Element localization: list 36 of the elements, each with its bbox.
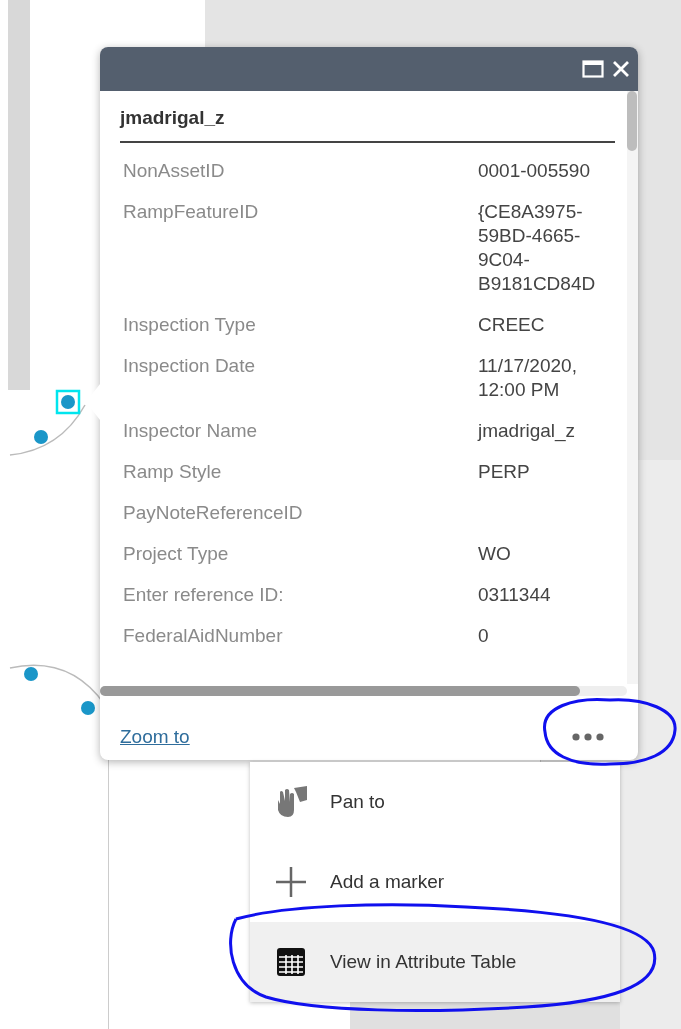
field-value: 0001-005590 — [477, 159, 591, 183]
field-label: Inspector Name — [122, 419, 259, 443]
field-value: CREEC — [477, 313, 546, 337]
ramp-point — [24, 667, 38, 681]
field-label: Inspection Date — [122, 354, 257, 378]
popup-title: jmadrigal_z — [120, 91, 615, 143]
field-value: PERP — [477, 460, 531, 484]
field-label: Project Type — [122, 542, 230, 566]
field-label: Inspection Type — [122, 313, 257, 337]
field-value: 11/17/2020, 12:00 PM — [477, 354, 578, 402]
horizontal-scrollbar[interactable] — [100, 686, 627, 696]
plus-icon — [275, 866, 307, 898]
selection-square — [55, 389, 81, 415]
ramp-point — [81, 701, 95, 715]
vertical-scrollbar[interactable] — [627, 91, 638, 684]
menu-item[interactable]: Add a marker — [250, 842, 620, 922]
field-label: NonAssetID — [122, 159, 226, 183]
table-icon — [276, 947, 306, 977]
ramp-point — [61, 395, 75, 409]
ramp-point — [34, 430, 48, 444]
field-label: RampFeatureID — [122, 200, 260, 224]
menu-item[interactable]: Pan to — [250, 762, 620, 842]
menu-item[interactable]: View in Attribute Table — [250, 922, 620, 1002]
field-value: 0311344 — [477, 583, 552, 607]
field-value: 0 — [477, 624, 490, 648]
field-value: jmadrigal_z — [477, 419, 577, 443]
field-label: Ramp Style — [122, 460, 223, 484]
field-value: {CE8A3975-59BD-4665-9C04-B9181CD84D — [477, 200, 597, 296]
more-icon[interactable] — [572, 733, 604, 741]
field-label: PayNoteReferenceID — [122, 501, 304, 525]
field-label: Enter reference ID: — [122, 583, 285, 607]
field-value: WO — [477, 542, 512, 566]
zoom-to-link[interactable]: Zoom to — [120, 726, 190, 748]
maximize-icon[interactable] — [582, 60, 604, 78]
field-label: FederalAidNumber — [122, 624, 284, 648]
close-icon[interactable] — [612, 60, 630, 78]
